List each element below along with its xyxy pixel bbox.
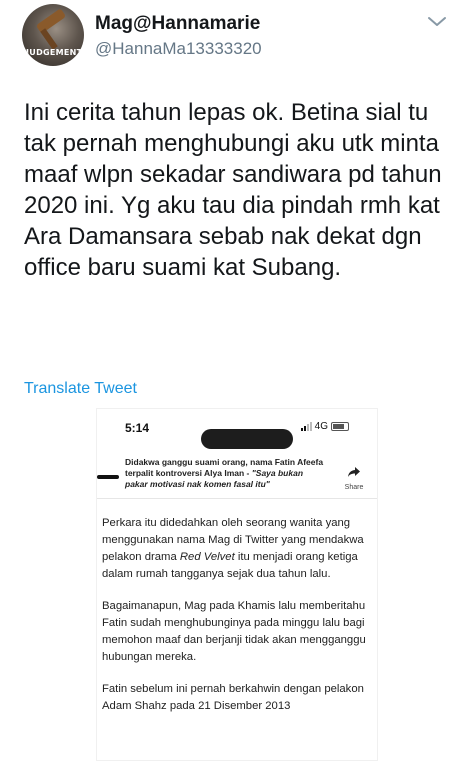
article-paragraph-1: Perkara itu didedahkan oleh seorang wani… — [102, 515, 372, 583]
user-handle[interactable]: @HannaMa13333320 — [95, 39, 262, 59]
battery-icon — [331, 422, 349, 431]
status-time: 5:14 — [125, 421, 150, 435]
phone-notch — [201, 429, 293, 449]
article-headline: Didakwa ganggu suami orang, nama Fatin A… — [125, 457, 325, 490]
article-header: Didakwa ganggu suami orang, nama Fatin A… — [97, 453, 377, 499]
status-indicators: 4G — [300, 421, 349, 432]
paragraph-1-italic: Red Velvet — [179, 551, 235, 563]
article-paragraph-3: Fatin sebelum ini pernah berkahwin denga… — [102, 683, 364, 712]
display-name[interactable]: Mag@Hannamarie — [95, 13, 260, 35]
network-label: 4G — [314, 421, 328, 432]
share-arrow-icon — [348, 467, 360, 477]
gavel-image — [35, 8, 67, 34]
more-options-chevron-icon[interactable] — [426, 12, 448, 32]
tweet-text: Ini cerita tahun lepas ok. Betina sial t… — [24, 99, 442, 281]
back-bar-icon[interactable] — [97, 475, 119, 479]
avatar[interactable]: JUDGEMENT — [22, 4, 84, 66]
embedded-screenshot[interactable]: 5:14 4G Didakwa ganggu suami orang, nama… — [96, 408, 378, 761]
translate-tweet-link[interactable]: Translate Tweet — [24, 380, 137, 398]
article-paragraph-2: Bagaimanapun, Mag pada Khamis lalu membe… — [102, 600, 366, 663]
gavel-handle-image — [40, 28, 58, 50]
share-label: Share — [344, 484, 364, 491]
article-body: Perkara itu didedahkan oleh seorang wani… — [102, 515, 372, 730]
avatar-stamp-text: JUDGEMENT — [26, 48, 83, 57]
share-button[interactable]: Share — [341, 465, 367, 491]
signal-icon — [300, 422, 312, 431]
